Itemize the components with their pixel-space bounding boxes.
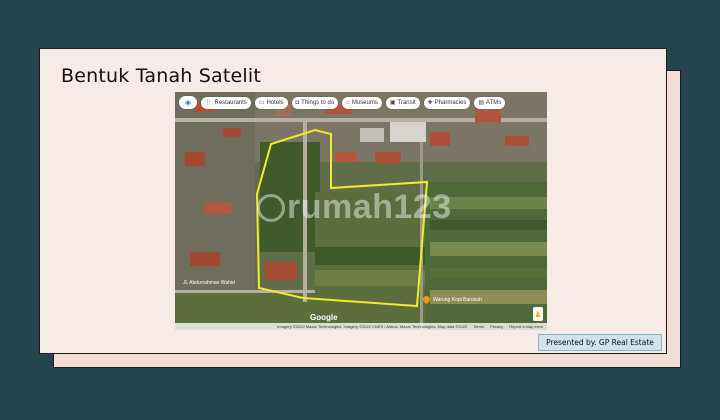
chip-pharmacies[interactable]: ✚ Pharmacies	[423, 96, 471, 109]
report-link[interactable]: Report a map error	[509, 324, 543, 329]
train-icon: ▣	[389, 100, 396, 106]
camera-icon: ◘	[295, 99, 300, 106]
map-attribution-bar: Imagery ©2022 Maxar Technologies, Imager…	[175, 323, 547, 330]
privacy-link[interactable]: Privacy	[490, 324, 503, 329]
chip-things-to-do[interactable]: ◘ Things to do	[291, 96, 339, 109]
map-category-bar: ◈ 🍴 Restaurants ▭ Hotels ◘ Things to do ⌂ Mu…	[179, 96, 506, 109]
google-logo: Google	[310, 313, 338, 322]
attribution-text: Imagery ©2022 Maxar Technologies, Imager…	[277, 324, 468, 329]
chip-museums[interactable]: ⌂ Museums	[342, 96, 382, 109]
directions-icon[interactable]: ◈	[179, 96, 197, 109]
rumah123-watermark: rumah123	[257, 188, 452, 227]
slide-card: Bentuk Tanah Satelit rumah123 ◈ 🍴 Restau…	[39, 48, 667, 354]
chip-atms[interactable]: ▤ ATMs	[474, 96, 506, 109]
chip-transit[interactable]: ▣ Transit	[385, 96, 420, 109]
museum-icon: ⌂	[346, 99, 350, 106]
bed-icon: ▭	[258, 100, 265, 106]
atm-icon: ▤	[478, 100, 485, 106]
terms-link[interactable]: Terms	[473, 324, 484, 329]
slide-title: Bentuk Tanah Satelit	[61, 65, 262, 87]
fork-knife-icon: 🍴	[205, 100, 213, 106]
place-label-warung: Warung Kopi Barokah	[433, 297, 482, 303]
pegman-icon[interactable]: ♟	[533, 307, 543, 321]
presented-by-badge: Presented by. GP Real Estate	[538, 334, 662, 351]
chip-hotels[interactable]: ▭ Hotels	[254, 96, 288, 109]
pharmacy-icon: ✚	[427, 100, 433, 106]
street-label: Jl. Abdurrahman Wahid	[183, 280, 235, 286]
chip-restaurants[interactable]: 🍴 Restaurants	[201, 96, 251, 109]
satellite-map[interactable]: rumah123 ◈ 🍴 Restaurants ▭ Hotels ◘ Things …	[175, 92, 547, 330]
